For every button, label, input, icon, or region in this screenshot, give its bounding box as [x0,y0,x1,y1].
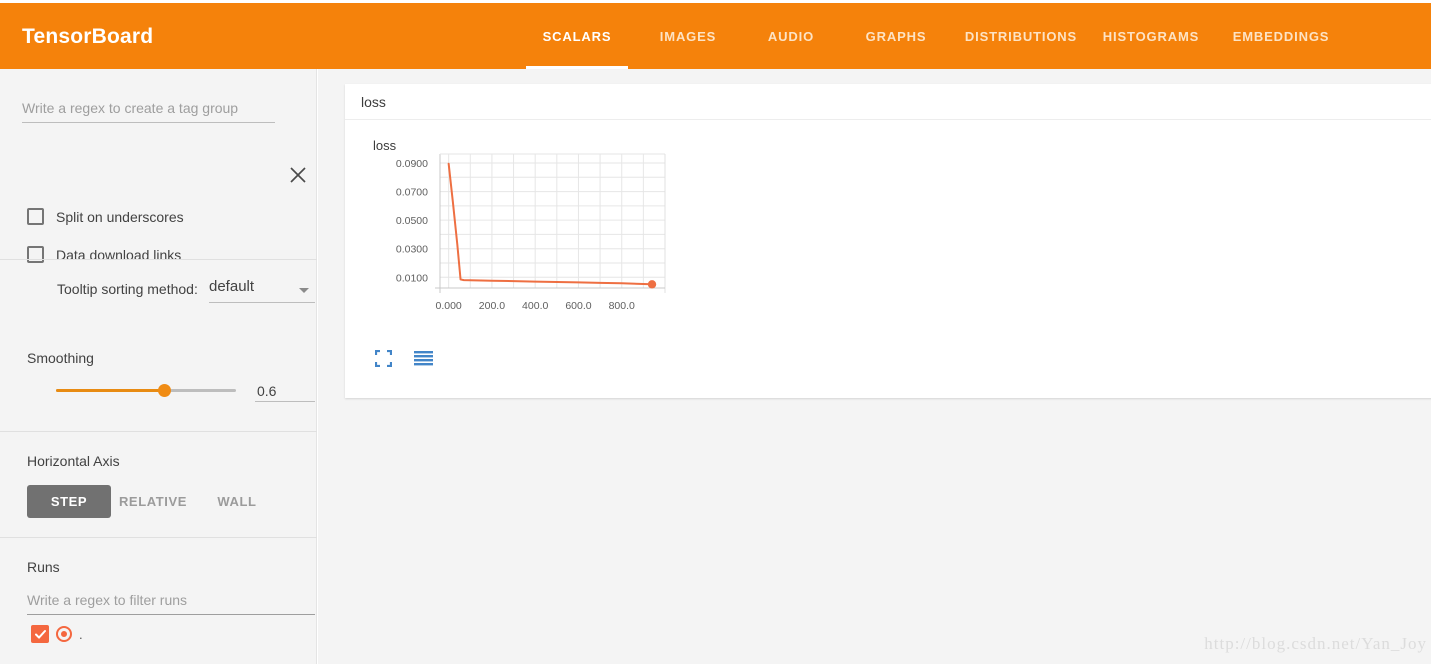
run-list-item[interactable]: . [31,625,83,643]
chart-svg[interactable]: 0.0100 0.0300 0.0500 0.0700 0.0900 0.000 200.0… [345,152,745,342]
smoothing-slider-fill [56,389,164,392]
tab-label: GRAPHS [865,28,927,44]
card-title: loss [361,93,386,110]
tag-filter-input[interactable] [22,96,275,123]
last-point-marker [647,280,657,289]
tab-label: HISTOGRAMS [1102,28,1200,44]
checkbox-box[interactable] [27,246,44,263]
y-tick-label: 0.0900 [396,158,428,170]
haxis-button-label: WALL [217,494,257,509]
checkbox-label: Data download links [56,246,182,263]
tab-distributions[interactable]: DISTRIBUTIONS [952,3,1090,69]
run-color-swatch-icon [56,626,72,642]
tag-filter-wrap [22,96,275,123]
tooltip-sorting-label: Tooltip sorting method: [57,281,198,297]
x-tick-label: 400.0 [522,300,548,312]
data-table-icon[interactable] [414,350,433,367]
tab-audio[interactable]: AUDIO [742,3,840,69]
loss-chart[interactable]: 0.0100 0.0300 0.0500 0.0700 0.0900 0.000 200.0… [345,152,745,342]
run-name-label: . [79,626,83,642]
smoothing-slider-thumb[interactable] [157,384,171,397]
app-title: TensorBoard [22,25,154,48]
tab-label: EMBEDDINGS [1232,28,1330,44]
app-header: TensorBoard SCALARS IMAGES AUDIO GRAPHS DIST… [0,3,1431,69]
smoothing-value-input[interactable] [255,380,315,402]
close-icon[interactable] [288,165,308,185]
checkbox-box[interactable] [27,208,44,225]
y-tick-label: 0.0500 [396,215,428,227]
x-tick-label: 800.0 [609,300,635,312]
haxis-button-wall[interactable]: WALL [195,485,279,518]
tooltip-sorting-select[interactable]: default [209,277,315,303]
smoothing-slider[interactable] [56,384,236,397]
haxis-button-relative[interactable]: RELATIVE [111,485,195,518]
fullscreen-icon[interactable] [375,350,392,367]
checkbox-split-on-underscores[interactable]: Split on underscores [27,208,184,225]
y-tick-label: 0.0300 [396,244,428,256]
horizontal-axis-buttons: STEP RELATIVE WALL [27,485,279,518]
card-header: loss [345,84,1431,120]
x-tick-label: 600.0 [565,300,591,312]
haxis-button-step[interactable]: STEP [27,485,111,518]
runs-filter-input[interactable] [27,589,315,615]
tab-embeddings[interactable]: EMBEDDINGS [1212,3,1350,69]
y-tick-label: 0.0700 [396,187,428,199]
tab-images[interactable]: IMAGES [634,3,742,69]
main-nav-tabs: SCALARS IMAGES AUDIO GRAPHS DISTRIBUTIONS HIS… [520,3,1350,69]
watermark: http://blog.csdn.net/Yan_Joy [1204,634,1427,653]
runs-title: Runs [27,559,60,575]
tooltip-sorting-value: default [209,278,255,295]
x-tick-label: 0.000 [436,300,462,312]
tab-label: AUDIO [767,28,815,44]
scalar-card: loss loss 0.0100 0.0300 0.0500 0.0700 0.0900… [345,84,1431,398]
horizontal-axis-title: Horizontal Axis [27,453,120,469]
haxis-button-label: STEP [50,494,88,509]
tab-histograms[interactable]: HISTOGRAMS [1090,3,1212,69]
tab-label: SCALARS [542,28,612,44]
checkbox-data-download-links[interactable]: Data download links [27,246,181,263]
sidebar-divider [0,259,317,260]
checkbox-label: Split on underscores [56,208,184,225]
haxis-button-label: RELATIVE [118,494,188,509]
smoothing-value-wrap [255,380,315,402]
chart-toolbar [375,350,455,367]
tab-graphs[interactable]: GRAPHS [840,3,952,69]
tab-label: DISTRIBUTIONS [964,28,1078,44]
sidebar: Split on underscores Data download links… [0,69,317,664]
sidebar-divider [0,537,317,538]
smoothing-title: Smoothing [27,350,94,366]
run-checkbox[interactable] [31,625,49,643]
main-content: loss loss 0.0100 0.0300 0.0500 0.0700 0.0900… [318,69,1431,664]
tab-scalars[interactable]: SCALARS [520,3,634,69]
sidebar-divider [0,431,317,432]
chevron-down-icon[interactable] [299,288,309,293]
tab-label: IMAGES [659,28,717,44]
x-tick-label: 200.0 [479,300,505,312]
check-icon [34,629,46,639]
y-tick-label: 0.0100 [396,272,428,284]
chart-title: loss [373,138,397,153]
